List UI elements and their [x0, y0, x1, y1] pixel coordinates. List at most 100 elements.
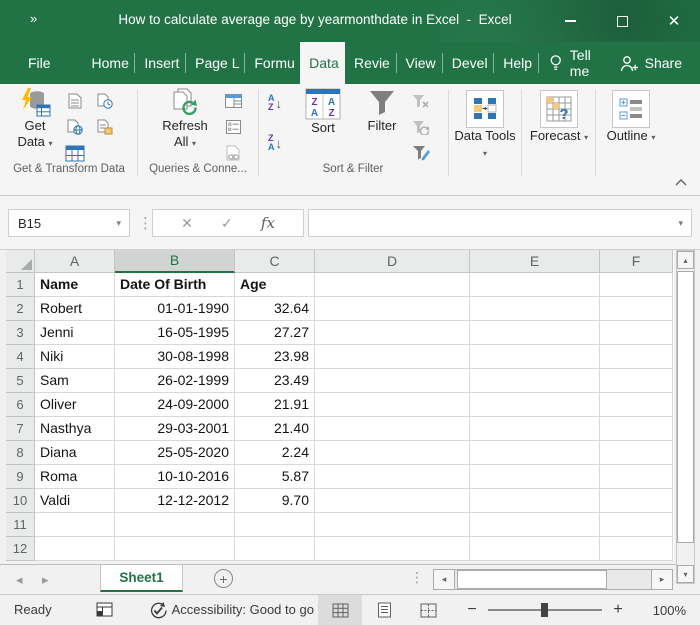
- tell-me-button[interactable]: Tell me: [539, 42, 619, 84]
- horizontal-scroll-thumb[interactable]: [457, 570, 607, 589]
- cell-A12[interactable]: [35, 537, 115, 561]
- row-header-6[interactable]: 6: [6, 393, 35, 417]
- cell-F5[interactable]: [600, 369, 673, 393]
- row-header-11[interactable]: 11: [6, 513, 35, 537]
- column-header-C[interactable]: C: [235, 250, 315, 273]
- recent-sources-button[interactable]: [94, 90, 116, 112]
- forecast-button[interactable]: ? Forecast ▾: [526, 90, 592, 144]
- cell-D7[interactable]: [315, 417, 470, 441]
- new-sheet-button[interactable]: +: [214, 569, 233, 588]
- name-box[interactable]: B15 ▾: [8, 209, 130, 237]
- sort-button[interactable]: Z A A Z Sort: [298, 88, 348, 136]
- scrollbar-grip[interactable]: ⋮: [410, 569, 424, 586]
- cell-A11[interactable]: [35, 513, 115, 537]
- tab-formulas[interactable]: Formu: [245, 42, 300, 84]
- cell-B4[interactable]: 30-08-1998: [115, 345, 235, 369]
- cell-D10[interactable]: [315, 489, 470, 513]
- zoom-slider-thumb[interactable]: [541, 603, 548, 617]
- cell-C1[interactable]: Age: [235, 273, 315, 297]
- cell-D9[interactable]: [315, 465, 470, 489]
- scroll-right-button[interactable]: ▸: [651, 570, 672, 589]
- reapply-filter-button[interactable]: [410, 116, 432, 138]
- cell-A2[interactable]: Robert: [35, 297, 115, 321]
- cell-C11[interactable]: [235, 513, 315, 537]
- cell-E6[interactable]: [470, 393, 600, 417]
- cell-B10[interactable]: 12-12-2012: [115, 489, 235, 513]
- cell-C5[interactable]: 23.49: [235, 369, 315, 393]
- column-header-D[interactable]: D: [315, 250, 470, 273]
- cell-A1[interactable]: Name: [35, 273, 115, 297]
- cell-E8[interactable]: [470, 441, 600, 465]
- cell-C8[interactable]: 2.24: [235, 441, 315, 465]
- cell-E12[interactable]: [470, 537, 600, 561]
- data-tools-button[interactable]: Data Tools ▾: [452, 90, 518, 160]
- macro-record-button[interactable]: [96, 602, 113, 617]
- cell-D1[interactable]: [315, 273, 470, 297]
- tab-developer[interactable]: Devel: [443, 42, 494, 84]
- cell-C12[interactable]: [235, 537, 315, 561]
- scroll-up-button[interactable]: ▴: [677, 251, 694, 269]
- tab-help[interactable]: Help: [494, 42, 538, 84]
- cell-B5[interactable]: 26-02-1999: [115, 369, 235, 393]
- properties-button[interactable]: [222, 116, 244, 138]
- sheet-tab-sheet1[interactable]: Sheet1: [100, 565, 183, 592]
- tab-insert[interactable]: Insert: [135, 42, 185, 84]
- close-button[interactable]: ✕: [648, 0, 700, 42]
- cell-F1[interactable]: [600, 273, 673, 297]
- tab-page-layout[interactable]: Page L: [186, 42, 244, 84]
- cell-E1[interactable]: [470, 273, 600, 297]
- cell-A6[interactable]: Oliver: [35, 393, 115, 417]
- cell-F12[interactable]: [600, 537, 673, 561]
- cell-B9[interactable]: 10-10-2016: [115, 465, 235, 489]
- clear-filter-button[interactable]: [410, 90, 432, 112]
- minimize-button[interactable]: [544, 0, 596, 42]
- cell-C7[interactable]: 21.40: [235, 417, 315, 441]
- zoom-slider[interactable]: [488, 609, 602, 611]
- tab-view[interactable]: View: [397, 42, 442, 84]
- name-box-dropdown-icon[interactable]: ▾: [116, 218, 121, 229]
- row-header-5[interactable]: 5: [6, 369, 35, 393]
- from-web-button[interactable]: [64, 116, 86, 138]
- normal-view-button[interactable]: [318, 595, 362, 625]
- row-header-1[interactable]: 1: [6, 273, 35, 297]
- cell-D4[interactable]: [315, 345, 470, 369]
- row-header-8[interactable]: 8: [6, 441, 35, 465]
- cell-C3[interactable]: 27.27: [235, 321, 315, 345]
- cell-D8[interactable]: [315, 441, 470, 465]
- sheet-nav-next-button[interactable]: ▸: [42, 572, 49, 588]
- existing-connections-button[interactable]: [94, 116, 116, 138]
- sort-ascending-button[interactable]: AZ↓: [268, 94, 282, 112]
- cell-A9[interactable]: Roma: [35, 465, 115, 489]
- cell-F2[interactable]: [600, 297, 673, 321]
- tab-file[interactable]: File: [14, 42, 63, 84]
- cell-F7[interactable]: [600, 417, 673, 441]
- cell-B8[interactable]: 25-05-2020: [115, 441, 235, 465]
- select-all-corner[interactable]: [6, 250, 35, 273]
- cell-B12[interactable]: [115, 537, 235, 561]
- cell-B3[interactable]: 16-05-1995: [115, 321, 235, 345]
- cell-F6[interactable]: [600, 393, 673, 417]
- cell-C2[interactable]: 32.64: [235, 297, 315, 321]
- scroll-left-button[interactable]: ◂: [434, 570, 455, 589]
- row-header-9[interactable]: 9: [6, 465, 35, 489]
- cell-E4[interactable]: [470, 345, 600, 369]
- row-header-10[interactable]: 10: [6, 489, 35, 513]
- from-text-csv-button[interactable]: [64, 90, 86, 112]
- cell-F3[interactable]: [600, 321, 673, 345]
- cell-E5[interactable]: [470, 369, 600, 393]
- tab-home[interactable]: Home: [83, 42, 135, 84]
- sort-descending-button[interactable]: ZA↓: [268, 134, 282, 152]
- cell-A7[interactable]: Nasthya: [35, 417, 115, 441]
- formula-bar-expand-icon[interactable]: ▾: [678, 218, 683, 229]
- maximize-button[interactable]: [596, 0, 648, 42]
- row-header-3[interactable]: 3: [6, 321, 35, 345]
- row-header-7[interactable]: 7: [6, 417, 35, 441]
- cell-E9[interactable]: [470, 465, 600, 489]
- from-table-range-button[interactable]: [64, 142, 86, 164]
- cell-A4[interactable]: Niki: [35, 345, 115, 369]
- scroll-down-button[interactable]: ▾: [677, 565, 694, 583]
- cell-B6[interactable]: 24-09-2000: [115, 393, 235, 417]
- vertical-scroll-thumb[interactable]: [677, 271, 694, 543]
- cell-E10[interactable]: [470, 489, 600, 513]
- page-layout-view-button[interactable]: [362, 595, 406, 625]
